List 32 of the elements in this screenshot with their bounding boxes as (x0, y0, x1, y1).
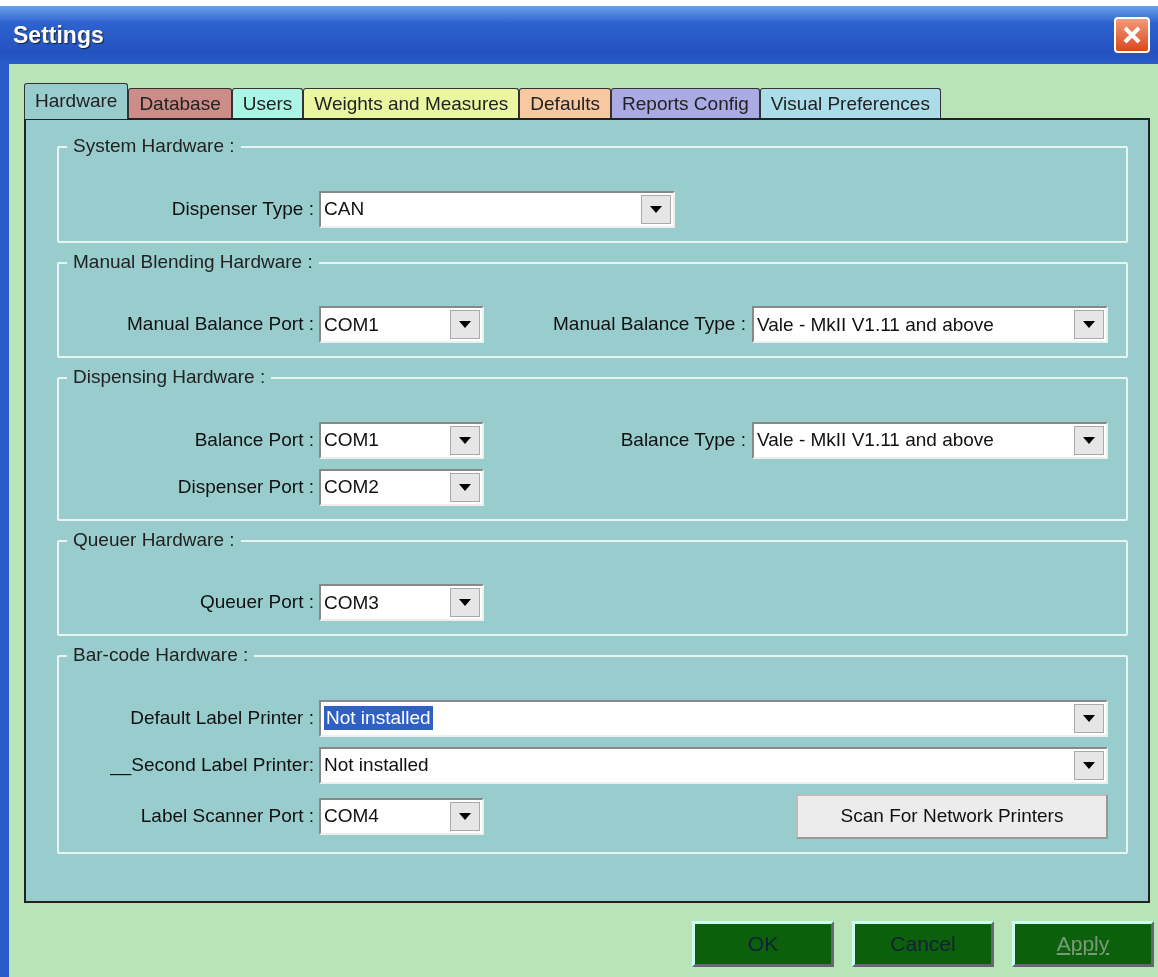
tab[interactable]: Reports Config (611, 88, 760, 118)
dropdown[interactable]: Not installed (319, 746, 1108, 784)
field-label: Balance Type : (619, 427, 747, 452)
field-label: __Second Label Printer: (109, 752, 315, 778)
dropdown[interactable]: COM2 (319, 468, 484, 506)
window-title: Settings (13, 20, 104, 50)
dropdown[interactable]: Not installed (319, 699, 1108, 737)
field-label: Manual Balance Type : (552, 312, 747, 337)
tab[interactable]: Hardware (24, 83, 129, 119)
field-label: Manual Balance Port : (126, 312, 315, 337)
field-label: Default Label Printer : (129, 705, 315, 730)
dropdown[interactable]: COM1 (319, 306, 484, 343)
dropdown[interactable]: CAN (319, 190, 675, 228)
close-icon (1122, 25, 1142, 45)
dropdown[interactable]: Vale - MkII V1.11 and above (752, 421, 1108, 459)
tab[interactable]: Visual Preferences (759, 88, 941, 118)
field-label: Balance Port : (193, 427, 315, 452)
field-label: Dispenser Type : (170, 196, 315, 221)
dropdown[interactable]: COM3 (319, 584, 484, 621)
tab[interactable]: Defaults (519, 88, 612, 118)
scan-button[interactable]: Scan For Network Printers (796, 793, 1108, 839)
tab[interactable]: Users (231, 88, 304, 118)
dropdown[interactable]: COM4 (319, 797, 484, 835)
dropdown[interactable]: Vale - MkII V1.11 and above (752, 306, 1108, 343)
field-label: Label Scanner Port : (139, 803, 315, 828)
tab[interactable]: Database (128, 88, 232, 118)
dialog-button: Apply (1012, 921, 1154, 967)
field-label: Queuer Port : (198, 590, 315, 615)
field-label: Dispenser Port : (176, 474, 315, 499)
close-button[interactable] (1114, 17, 1150, 53)
tab[interactable]: Weights and Measures (303, 88, 520, 118)
dropdown[interactable]: COM1 (319, 421, 484, 459)
